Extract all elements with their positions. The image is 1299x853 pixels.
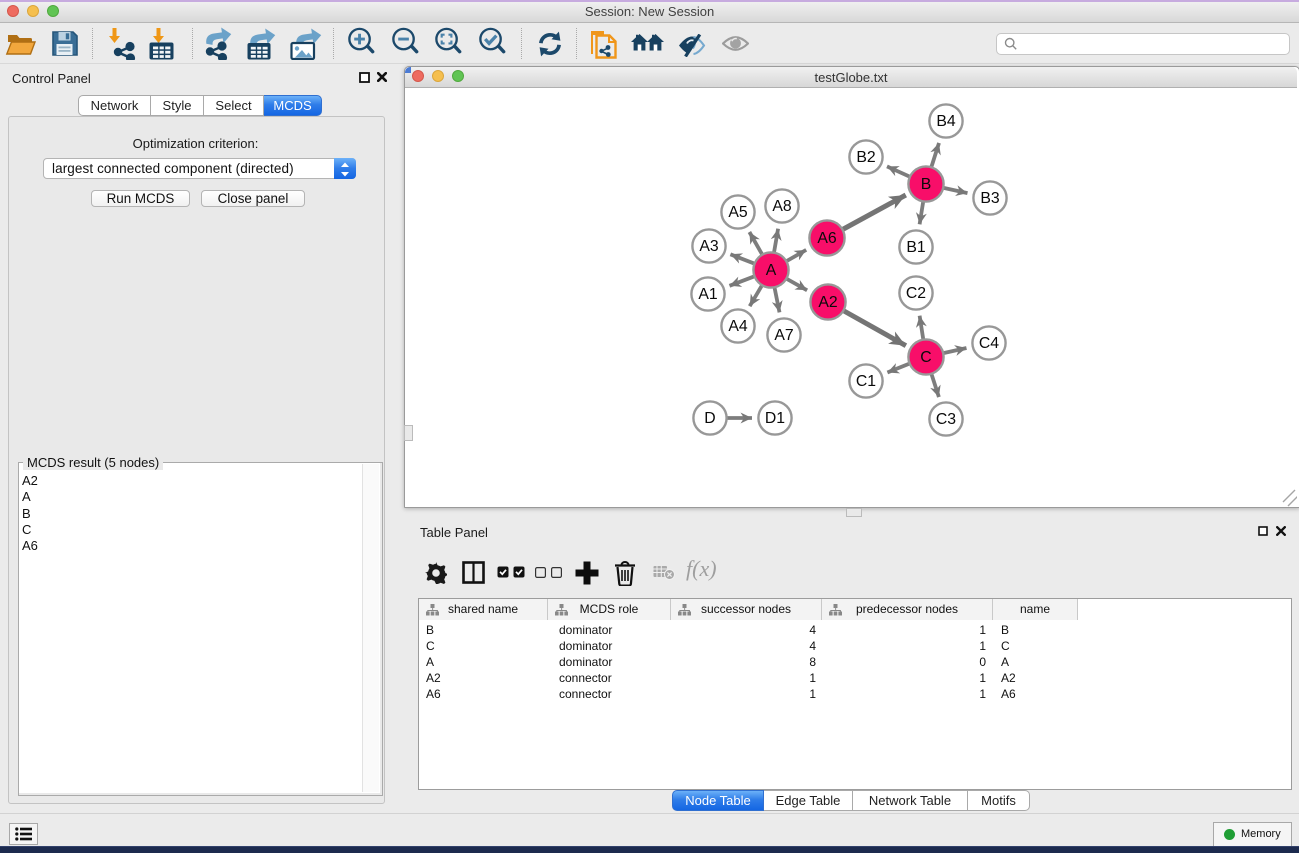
svg-text:A: A <box>766 262 777 279</box>
svg-text:B4: B4 <box>936 113 956 130</box>
svg-text:A1: A1 <box>698 286 718 303</box>
svg-text:A3: A3 <box>699 238 719 255</box>
svg-text:D1: D1 <box>765 410 785 427</box>
svg-text:B: B <box>921 176 932 193</box>
svg-text:A7: A7 <box>774 327 793 344</box>
svg-text:A8: A8 <box>772 198 792 215</box>
svg-text:C4: C4 <box>979 335 999 352</box>
svg-text:C2: C2 <box>906 285 926 302</box>
svg-text:C: C <box>920 349 931 366</box>
svg-text:B1: B1 <box>906 239 926 256</box>
svg-text:C1: C1 <box>856 373 876 390</box>
svg-text:B3: B3 <box>980 190 1000 207</box>
svg-text:D: D <box>704 410 715 427</box>
svg-text:B2: B2 <box>856 149 875 166</box>
svg-text:A5: A5 <box>728 204 748 221</box>
svg-text:A2: A2 <box>818 294 837 311</box>
svg-text:A6: A6 <box>817 230 837 247</box>
svg-text:A4: A4 <box>728 318 748 335</box>
svg-text:C3: C3 <box>936 411 956 428</box>
